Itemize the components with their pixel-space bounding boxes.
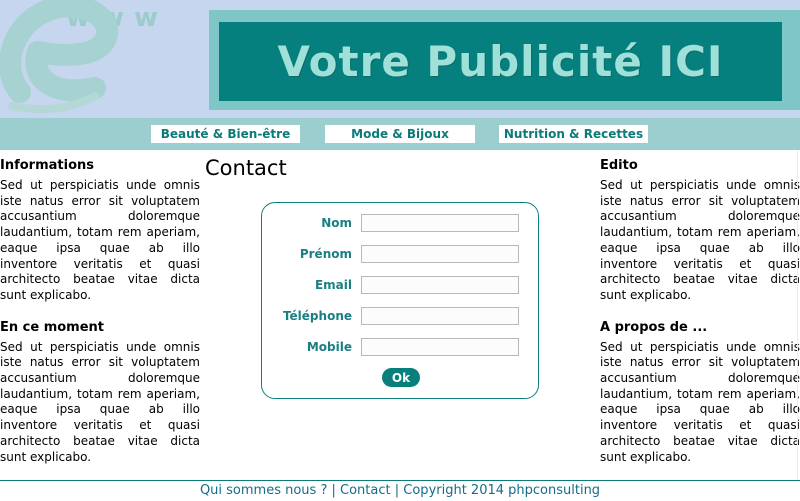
ad-banner-frame: Votre Publicité ICI <box>209 10 800 110</box>
nav-bar: Beauté & Bien-être Mode & Bijoux Nutriti… <box>0 118 800 150</box>
left-column: Informations Sed ut perspiciatis unde om… <box>0 158 200 481</box>
nav-item-nutrition[interactable]: Nutrition & Recettes <box>499 125 648 143</box>
right-column: Edito Sed ut perspiciatis unde omnis ist… <box>600 158 800 481</box>
prenom-input[interactable] <box>361 245 519 263</box>
footer: Qui sommes nous ? | Contact | Copyright … <box>0 480 800 501</box>
telephone-label: Téléphone <box>282 309 352 323</box>
footer-separator: | <box>394 483 400 498</box>
mobile-label: Mobile <box>306 340 352 354</box>
contact-form: Nom Prénom Email Téléphone Mobile Ok <box>261 202 539 399</box>
section-text-informations: Sed ut perspiciatis unde omnis iste natu… <box>0 178 200 302</box>
telephone-input[interactable] <box>361 307 519 325</box>
prenom-label: Prénom <box>299 247 352 261</box>
nav-item-mode[interactable]: Mode & Bijoux <box>325 125 475 143</box>
section-title-a-propos: A propos de ... <box>600 319 708 335</box>
footer-contact-link[interactable]: Contact <box>340 483 391 498</box>
section-text-edito: Sed ut perspiciatis unde omnis iste natu… <box>600 178 800 302</box>
ad-banner[interactable]: Votre Publicité ICI <box>219 22 782 101</box>
email-input[interactable] <box>361 276 519 294</box>
mobile-input[interactable] <box>361 338 519 356</box>
e-www-logo-icon: www <box>0 0 210 118</box>
ok-button[interactable]: Ok <box>382 368 420 387</box>
section-title-en-ce-moment: En ce moment <box>0 319 105 335</box>
right-divider <box>797 150 798 480</box>
nom-label: Nom <box>321 216 352 230</box>
section-title-edito: Edito <box>600 158 638 173</box>
nav-item-beaute[interactable]: Beauté & Bien-être <box>151 125 300 143</box>
section-text-a-propos: Sed ut perspiciatis unde omnis iste natu… <box>600 339 800 464</box>
section-title-informations: Informations <box>0 158 95 173</box>
footer-copyright: Copyright 2014 phpconsulting <box>403 483 601 498</box>
header: www Votre Publicité ICI <box>0 0 800 118</box>
footer-about-link[interactable]: Qui sommes nous ? <box>200 483 327 498</box>
section-text-en-ce-moment: Sed ut perspiciatis unde omnis iste natu… <box>0 339 200 464</box>
footer-separator: | <box>331 483 336 498</box>
ad-banner-text: Votre Publicité ICI <box>277 37 724 86</box>
nom-input[interactable] <box>361 214 519 232</box>
email-label: Email <box>314 278 352 292</box>
page-title: Contact <box>205 156 287 180</box>
